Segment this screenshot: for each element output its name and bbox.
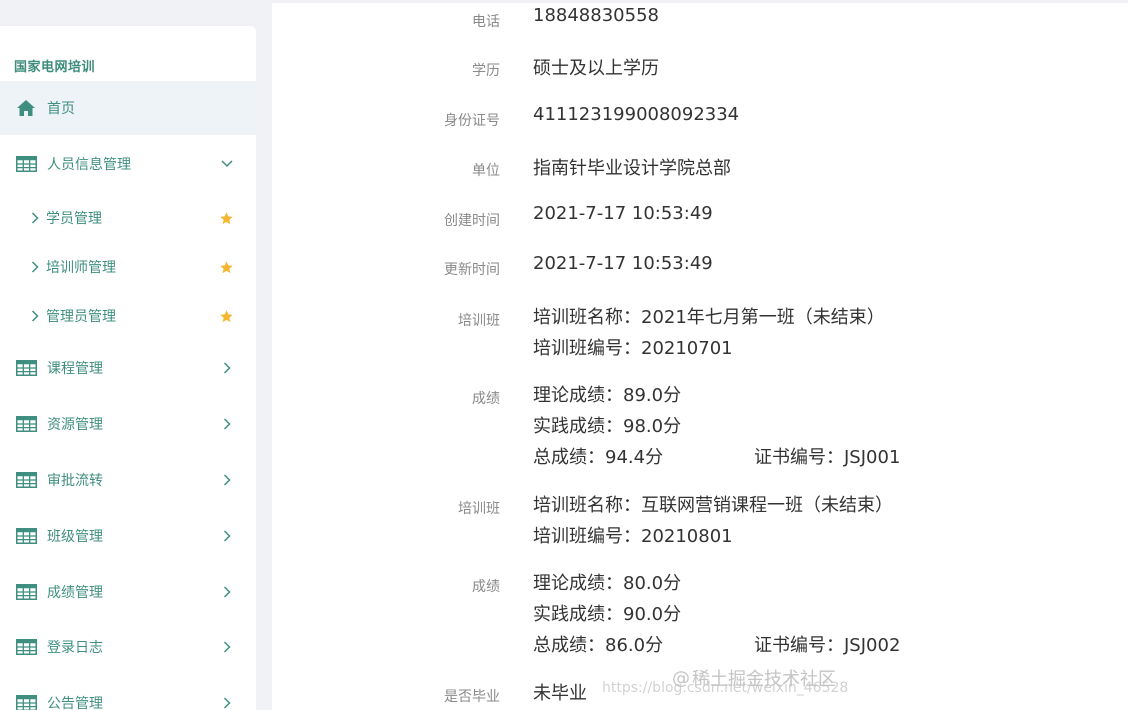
nav-personnel-label: 人员信息管理 [47,157,131,173]
nav-courses[interactable]: 课程管理 [0,341,256,395]
updated-time-label: 更新时间 [444,262,500,278]
nav-personnel[interactable]: 人员信息管理 [0,137,256,191]
phone-label: 电话 [472,14,500,30]
training-class-code: 培训班编号：20210701 [533,338,733,359]
chevron-right-icon [31,212,41,224]
chevron-right-icon [220,696,234,710]
phone-value: 18848830558 [533,5,659,26]
nav-resources[interactable]: 资源管理 [0,397,256,451]
nav-scores[interactable]: 成绩管理 [0,565,256,619]
nav-scores-label: 成绩管理 [47,585,103,601]
id-number-value: 411123199008092334 [533,104,740,125]
table-icon [15,694,37,710]
created-time-label: 创建时间 [444,213,500,229]
updated-time-value: 2021-7-17 10:53:49 [533,253,713,274]
table-icon [15,359,37,377]
score-label: 成绩 [472,579,500,595]
chevron-right-icon [220,640,234,654]
chevron-right-icon [31,261,41,273]
nav-classes[interactable]: 班级管理 [0,509,256,563]
table-icon [15,638,37,656]
nav-home[interactable]: 首页 [0,81,256,135]
organization-label: 单位 [472,163,500,179]
organization-value: 指南针毕业设计学院总部 [533,158,731,179]
nav-approval[interactable]: 审批流转 [0,453,256,507]
total-score: 总成绩：94.4分 [533,447,664,468]
chevron-right-icon [220,585,234,599]
education-label: 学历 [472,63,500,79]
nav-login-log-label: 登录日志 [47,640,103,656]
sub-item-students-label: 学员管理 [46,211,102,227]
chevron-right-icon [220,529,234,543]
total-score: 总成绩：86.0分 [533,635,664,656]
nav-classes-label: 班级管理 [47,529,103,545]
graduated-label: 是否毕业 [444,689,500,705]
app-window: 国家电网培训 首页 人员信息管理 学员管理 培训师管理 管理员管理 课程管理 资… [0,0,1128,710]
table-icon [15,583,37,601]
theory-score: 理论成绩：89.0分 [533,385,682,406]
nav-login-log[interactable]: 登录日志 [0,620,256,674]
education-value: 硕士及以上学历 [533,58,659,79]
nav-courses-label: 课程管理 [47,361,103,377]
certificate-number: 证书编号：JSJ001 [754,447,901,468]
training-class-name: 培训班名称：互联网营销课程一班（未结束） [533,495,893,516]
sub-item-trainers[interactable]: 培训师管理 [0,247,256,287]
score-label: 成绩 [472,391,500,407]
sub-item-admins-label: 管理员管理 [46,309,116,325]
chevron-right-icon [31,310,41,322]
nav-approval-label: 审批流转 [47,473,103,489]
table-icon [15,471,37,489]
table-icon [15,527,37,545]
chevron-right-icon [220,417,234,431]
star-icon [218,259,234,275]
training-class-name: 培训班名称：2021年七月第一班（未结束） [533,307,885,328]
certificate-number: 证书编号：JSJ002 [754,635,901,656]
nav-announcements[interactable]: 公告管理 [0,676,256,710]
detail-panel: 电话 18848830558 学历 硕士及以上学历 身份证号 411123199… [272,0,1128,710]
nav-home-label: 首页 [47,101,75,117]
sub-item-trainers-label: 培训师管理 [46,260,116,276]
nav-resources-label: 资源管理 [47,417,103,433]
brand-title: 国家电网培训 [14,60,96,75]
star-icon [218,308,234,324]
graduated-value: 未毕业 [533,683,587,704]
table-icon [15,415,37,433]
training-class-label: 培训班 [458,313,500,329]
watermark: @ 稀土掘金技术社区 [672,665,836,691]
sidebar: 国家电网培训 首页 人员信息管理 学员管理 培训师管理 管理员管理 课程管理 资… [0,26,256,710]
practice-score: 实践成绩：90.0分 [533,604,682,625]
sub-item-admins[interactable]: 管理员管理 [0,296,256,336]
nav-announcements-label: 公告管理 [47,696,103,710]
chevron-right-icon [220,361,234,375]
watermark-at: @ [672,667,690,689]
watermark-text: 稀土掘金技术社区 [692,669,836,690]
chevron-down-icon [220,157,234,171]
theory-score: 理论成绩：80.0分 [533,573,682,594]
sub-item-students[interactable]: 学员管理 [0,198,256,238]
home-icon [15,99,37,117]
table-icon [15,155,37,173]
practice-score: 实践成绩：98.0分 [533,416,682,437]
layout-gap [256,0,272,710]
star-icon [218,210,234,226]
id-number-label: 身份证号 [444,113,500,129]
created-time-value: 2021-7-17 10:53:49 [533,203,713,224]
chevron-right-icon [220,473,234,487]
training-class-label: 培训班 [458,501,500,517]
training-class-code: 培训班编号：20210801 [533,526,733,547]
